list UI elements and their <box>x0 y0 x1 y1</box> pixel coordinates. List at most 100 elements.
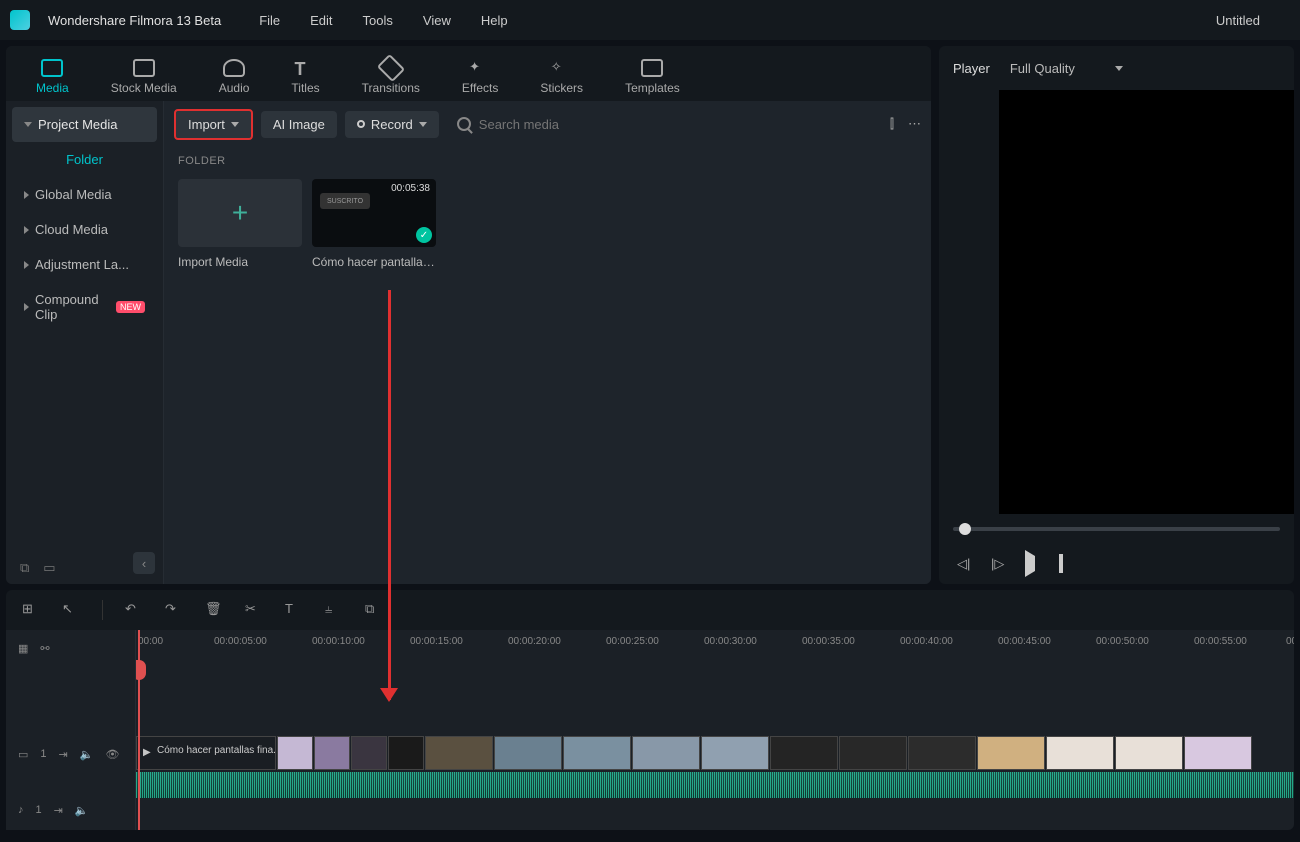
new-badge: NEW <box>116 301 145 313</box>
sidebar-item-folder[interactable]: Folder <box>12 142 157 177</box>
collapse-sidebar-button[interactable]: ‹ <box>133 552 155 574</box>
preview-viewport[interactable] <box>999 90 1294 514</box>
ruler-tick: 00:00:35:00 <box>802 636 855 647</box>
scissors-icon[interactable]: ✂ <box>245 601 263 619</box>
sidebar-item-project-media[interactable]: Project Media <box>12 107 157 142</box>
playhead[interactable] <box>138 630 140 830</box>
redo-icon[interactable]: ↷ <box>165 601 183 619</box>
media-icon <box>41 59 63 77</box>
tab-templates[interactable]: Templates <box>625 53 680 95</box>
sidebar-item-cloud-media[interactable]: Cloud Media <box>12 212 157 247</box>
sidebar-item-global-media[interactable]: Global Media <box>12 177 157 212</box>
grid-icon[interactable]: ⊞ <box>22 601 40 619</box>
transitions-icon <box>377 53 405 81</box>
caret-right-icon <box>24 226 29 234</box>
sidebar-item-adjustment-layer[interactable]: Adjustment La... <box>12 247 157 282</box>
ruler-tick: 00:00:50:00 <box>1096 636 1149 647</box>
import-media-tile[interactable]: + Import Media <box>178 179 302 269</box>
caret-right-icon <box>24 303 29 311</box>
ruler-tick: 00:00:20:00 <box>508 636 561 647</box>
ruler-tick: 00:00:15:00 <box>410 636 463 647</box>
video-track-clip[interactable]: ▶Cómo hacer pantallas fina... <box>136 736 1294 770</box>
filter-icon[interactable]: ⫿ <box>890 116 894 132</box>
chevron-down-icon <box>419 122 427 127</box>
tab-stickers[interactable]: ✧Stickers <box>540 53 583 95</box>
lock-icon[interactable]: ⇥ <box>59 748 68 761</box>
stickers-icon: ✧ <box>551 59 573 77</box>
ruler-tick: 00:00:30:00 <box>704 636 757 647</box>
search-icon <box>457 117 471 131</box>
project-name: Untitled <box>1216 13 1260 28</box>
video-track-icon: ▭ <box>18 748 28 761</box>
scrub-bar[interactable] <box>939 514 1294 544</box>
import-button[interactable]: Import <box>174 109 253 140</box>
player-tab[interactable]: Player <box>953 61 990 76</box>
stop-icon[interactable] <box>1059 556 1075 572</box>
text-tool-icon[interactable]: T <box>285 601 303 619</box>
crop-icon[interactable]: ⧉ <box>365 601 383 619</box>
scrub-handle[interactable] <box>959 523 971 535</box>
mute-icon[interactable]: 🔈 <box>80 748 94 761</box>
visibility-icon[interactable]: 👁 <box>105 748 119 761</box>
play-icon[interactable] <box>1025 556 1041 572</box>
ai-image-button[interactable]: AI Image <box>261 111 337 138</box>
ruler-tick: 00:00:05:00 <box>214 636 267 647</box>
record-button[interactable]: Record <box>345 111 439 138</box>
audio-track-header[interactable]: ♪1 ⇥ 🔈 <box>6 792 135 828</box>
audio-icon <box>223 59 245 77</box>
new-folder-icon[interactable]: ⧉ <box>20 560 29 576</box>
media-toolbar: Import AI Image Record ⫿ ⋯ <box>164 101 931 147</box>
ruler-tick: 00:00:45:00 <box>998 636 1051 647</box>
search-wrap <box>447 117 882 132</box>
menu-file[interactable]: File <box>259 13 280 28</box>
player-panel: Player Full Quality ◁| |▷ <box>939 46 1294 584</box>
app-logo-icon <box>10 10 30 30</box>
video-track-header[interactable]: ▭1 ⇥ 🔈 👁 <box>6 736 135 772</box>
timeline-ruler[interactable]: 00:00 00:00:05:00 00:00:10:00 00:00:15:0… <box>136 630 1294 660</box>
lock-icon[interactable]: ⇥ <box>54 804 63 817</box>
adjust-icon[interactable]: ⫨ <box>325 601 343 619</box>
open-folder-icon[interactable]: ▭ <box>43 560 55 576</box>
clip-duration: 00:05:38 <box>391 183 430 194</box>
link-icon[interactable]: ⚯ <box>40 642 49 655</box>
tab-stock-media[interactable]: Stock Media <box>111 53 177 95</box>
tab-titles[interactable]: TTitles <box>291 53 319 95</box>
preview-area <box>939 90 1294 514</box>
tab-audio[interactable]: Audio <box>219 53 250 95</box>
timeline-toolbar: ⊞ ↖ ↶ ↷ 🗑 ✂ T ⫨ ⧉ <box>6 590 1294 630</box>
quality-select[interactable]: Full Quality <box>1010 61 1123 76</box>
timeline: ▦ ⚯ ▭1 ⇥ 🔈 👁 ♪1 ⇥ 🔈 00:00 00:00:05:00 00… <box>6 630 1294 830</box>
menu-edit[interactable]: Edit <box>310 13 332 28</box>
search-input[interactable] <box>479 117 882 132</box>
media-grid: + Import Media 00:05:38 SUSCRITO ✓ Cómo … <box>164 171 931 277</box>
layers-icon[interactable]: ▦ <box>18 642 28 655</box>
cursor-icon[interactable]: ↖ <box>62 601 80 619</box>
sidebar-item-compound-clip[interactable]: Compound ClipNEW <box>12 282 157 332</box>
tab-transitions[interactable]: Transitions <box>362 53 420 95</box>
more-icon[interactable]: ⋯ <box>908 116 921 132</box>
plus-icon: + <box>232 197 248 229</box>
menu-view[interactable]: View <box>423 13 451 28</box>
next-frame-icon[interactable]: |▷ <box>991 556 1007 572</box>
menubar: File Edit Tools View Help <box>259 13 507 28</box>
timeline-tracks[interactable]: 00:00 00:00:05:00 00:00:10:00 00:00:15:0… <box>136 630 1294 830</box>
effects-icon: ✦ <box>469 59 491 77</box>
ruler-tick: 00:0 <box>1286 636 1294 647</box>
titlebar: Wondershare Filmora 13 Beta File Edit To… <box>0 0 1300 40</box>
tab-media[interactable]: Media <box>36 53 69 95</box>
audio-track-clip[interactable] <box>136 772 1294 798</box>
menu-help[interactable]: Help <box>481 13 508 28</box>
caret-down-icon <box>24 122 32 127</box>
media-clip-tile[interactable]: 00:05:38 SUSCRITO ✓ Cómo hacer pantallas… <box>312 179 436 269</box>
player-controls: ◁| |▷ <box>939 544 1294 584</box>
panel-tabs: Media Stock Media Audio TTitles Transiti… <box>6 46 931 101</box>
tab-effects[interactable]: ✦Effects <box>462 53 498 95</box>
menu-tools[interactable]: Tools <box>363 13 393 28</box>
titles-icon: T <box>295 59 317 77</box>
mute-icon[interactable]: 🔈 <box>75 804 89 817</box>
ruler-tick: 00:00:40:00 <box>900 636 953 647</box>
delete-icon[interactable]: 🗑 <box>205 601 223 619</box>
stock-icon <box>133 59 155 77</box>
prev-frame-icon[interactable]: ◁| <box>957 556 973 572</box>
undo-icon[interactable]: ↶ <box>125 601 143 619</box>
